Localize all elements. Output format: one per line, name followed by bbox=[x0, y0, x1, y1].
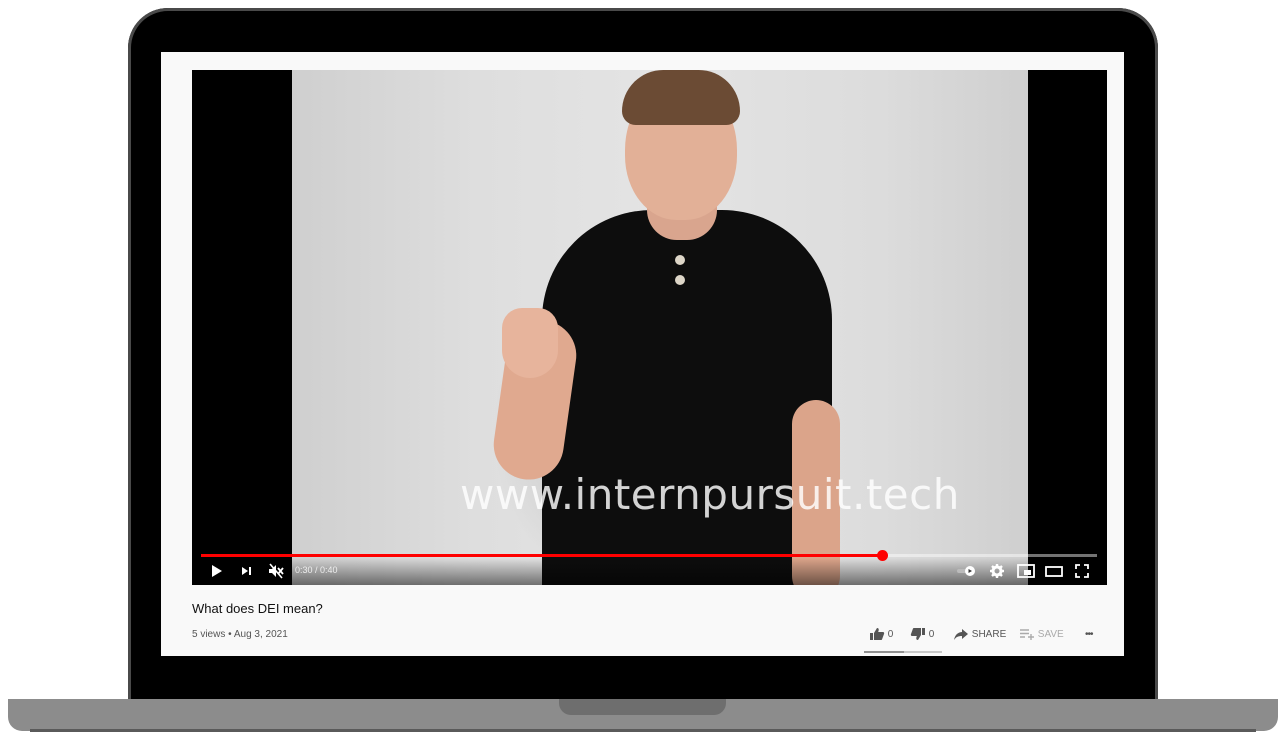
video-title: What does DEI mean? bbox=[192, 601, 323, 616]
video-player[interactable]: www.internpursuit.tech 0:30 / 0:40 bbox=[192, 70, 1107, 585]
share-label: SHARE bbox=[971, 629, 1007, 640]
player-controls-bar: 0:30 / 0:40 bbox=[192, 558, 1107, 585]
shirt-button bbox=[675, 275, 685, 285]
next-icon[interactable] bbox=[240, 562, 256, 580]
like-count: 0 bbox=[887, 629, 894, 640]
theater-icon[interactable] bbox=[1044, 562, 1064, 580]
miniplayer-icon[interactable] bbox=[1016, 562, 1036, 580]
autoplay-toggle-icon[interactable] bbox=[955, 562, 979, 580]
laptop-base-shadow bbox=[30, 729, 1256, 732]
share-button[interactable]: SHARE bbox=[953, 627, 1006, 643]
settings-icon[interactable] bbox=[988, 562, 1006, 580]
like-button[interactable]: 0 bbox=[869, 627, 893, 643]
progress-played bbox=[201, 554, 882, 557]
progress-scrubber[interactable] bbox=[876, 550, 888, 561]
save-button[interactable]: SAVE bbox=[1019, 627, 1064, 643]
person-hair bbox=[622, 70, 740, 125]
mute-icon[interactable] bbox=[267, 562, 285, 580]
progress-bar[interactable] bbox=[201, 550, 1097, 561]
play-icon[interactable] bbox=[210, 562, 226, 580]
more-options-icon[interactable]: ••• bbox=[1085, 627, 1093, 643]
save-label: SAVE bbox=[1037, 629, 1064, 640]
person-shirt bbox=[542, 210, 832, 585]
fullscreen-icon[interactable] bbox=[1073, 562, 1091, 580]
screen: www.internpursuit.tech 0:30 / 0:40 What … bbox=[161, 52, 1124, 656]
dislike-button[interactable]: 0 bbox=[910, 627, 934, 643]
video-watermark: www.internpursuit.tech bbox=[460, 470, 960, 519]
person-hand bbox=[502, 308, 558, 378]
dislike-count: 0 bbox=[928, 629, 935, 640]
laptop-notch bbox=[559, 699, 726, 715]
video-actions: 0 0 SHARE SAVE ••• bbox=[867, 627, 1107, 643]
sentiment-bar bbox=[864, 651, 942, 653]
time-display: 0:30 / 0:40 bbox=[295, 565, 338, 575]
video-meta: 5 views • Aug 3, 2021 bbox=[192, 629, 288, 640]
sentiment-like-part bbox=[864, 651, 904, 653]
shirt-button bbox=[675, 255, 685, 265]
video-frame[interactable]: www.internpursuit.tech bbox=[292, 70, 1028, 585]
